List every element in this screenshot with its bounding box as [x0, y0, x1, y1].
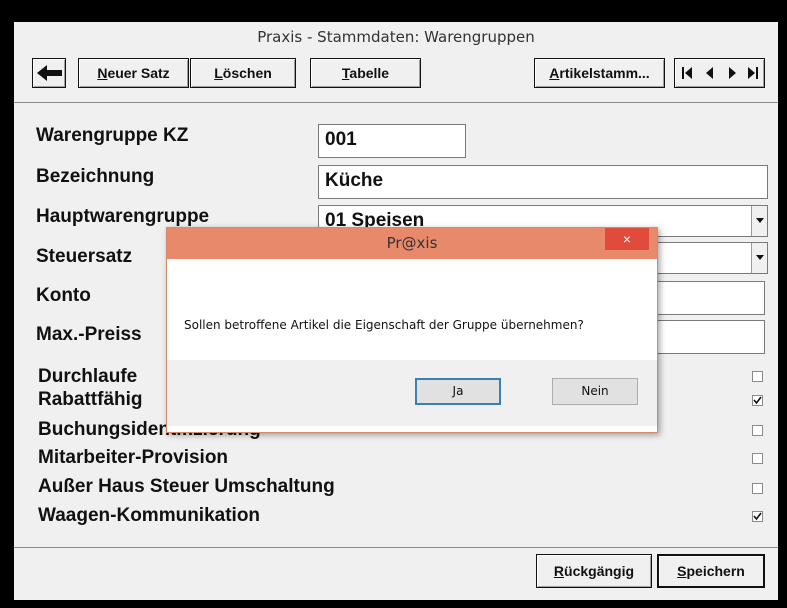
warengruppe-kz-label: Warengruppe KZ	[36, 125, 189, 146]
checkbox-label-waagen-kommunikation: Waagen-Kommunikation	[38, 505, 261, 526]
checkbox-rabattfaehig[interactable]	[752, 395, 763, 406]
article-master-mnemonic: A	[549, 65, 560, 81]
steuersatz-label: Steuersatz	[36, 246, 133, 267]
dialog-close-button[interactable]: ×	[605, 228, 649, 250]
checkbox-buchungsidentifizierung[interactable]	[752, 425, 763, 436]
next-record-icon	[729, 67, 736, 79]
yes-button[interactable]: Ja	[415, 378, 501, 405]
table-label: abelle	[349, 65, 390, 81]
main-window: Praxis - Stammdaten: Warengruppen Neuer …	[14, 22, 778, 600]
footer-divider	[14, 547, 778, 548]
dialog-button-bar: Ja Nein	[167, 360, 657, 426]
checkbox-waagen-kommunikation[interactable]	[752, 511, 763, 522]
next-record-button[interactable]	[721, 59, 743, 87]
save-label: peichern	[686, 563, 745, 579]
no-button[interactable]: Nein	[552, 378, 638, 405]
new-record-mnemonic: N	[97, 65, 108, 81]
dialog-title: Pr@xis	[167, 228, 657, 259]
article-master-label: rtikelstamm...	[559, 65, 650, 81]
arrow-left-icon	[37, 65, 62, 81]
checkmark-icon	[753, 512, 762, 521]
checkbox-label-mitarbeiter-provision: Mitarbeiter-Provision	[38, 447, 229, 468]
dialog-message: Sollen betroffene Artikel die Eigenschaf…	[184, 318, 584, 332]
previous-record-icon	[706, 67, 713, 79]
max-preis-label: Max.-Preiss	[36, 324, 142, 345]
delete-label: öschen	[222, 65, 272, 81]
last-record-button[interactable]	[743, 59, 765, 87]
hauptwarengruppe-label: Hauptwarengruppe	[36, 206, 210, 227]
toolbar: Neuer Satz Löschen Tabelle Artikelstamm.…	[14, 52, 778, 102]
table-button[interactable]: Tabelle	[310, 58, 421, 88]
record-navigator	[674, 58, 765, 88]
delete-mnemonic: L	[214, 65, 223, 81]
new-record-label: euer Satz	[107, 65, 170, 81]
warengruppe-kz-field[interactable]: 001	[318, 124, 466, 158]
checkbox-label-ausser-haus: Außer Haus Steuer Umschaltung	[38, 476, 335, 497]
new-record-button[interactable]: Neuer Satz	[78, 58, 189, 88]
delete-button[interactable]: Löschen	[190, 58, 296, 88]
bezeichnung-label: Bezeichnung	[36, 166, 155, 187]
window-title: Praxis - Stammdaten: Warengruppen	[257, 28, 535, 46]
close-icon: ×	[622, 231, 632, 247]
bezeichnung-field[interactable]: Küche	[318, 165, 768, 199]
checkbox-label-durchlaufe: Durchlaufe	[38, 366, 138, 387]
checkbox-mitarbeiter-provision[interactable]	[752, 453, 763, 464]
article-master-button[interactable]: Artikelstamm...	[534, 58, 665, 88]
hauptwarengruppe-dropdown-button[interactable]	[751, 206, 767, 236]
undo-button[interactable]: Rückgängig	[536, 554, 652, 588]
steuersatz-dropdown-button[interactable]	[751, 243, 767, 273]
first-record-icon	[682, 67, 692, 79]
back-button[interactable]	[32, 58, 66, 88]
undo-label: ückgängig	[564, 563, 635, 579]
checkbox-durchlaufe[interactable]	[752, 371, 763, 382]
checkmark-icon	[753, 396, 762, 405]
checkbox-ausser-haus[interactable]	[752, 483, 763, 494]
konto-label: Konto	[36, 285, 91, 306]
first-record-button[interactable]	[677, 59, 699, 87]
save-button[interactable]: Speichern	[657, 554, 765, 588]
chevron-down-icon	[756, 255, 764, 260]
toolbar-divider	[14, 102, 778, 103]
previous-record-button[interactable]	[699, 59, 721, 87]
checkbox-label-rabattfaehig: Rabattfähig	[38, 389, 143, 410]
last-record-icon	[748, 67, 758, 79]
confirm-dialog: Pr@xis × Sollen betroffene Artikel die E…	[166, 227, 658, 433]
chevron-down-icon	[756, 218, 764, 223]
undo-mnemonic: R	[553, 563, 565, 579]
